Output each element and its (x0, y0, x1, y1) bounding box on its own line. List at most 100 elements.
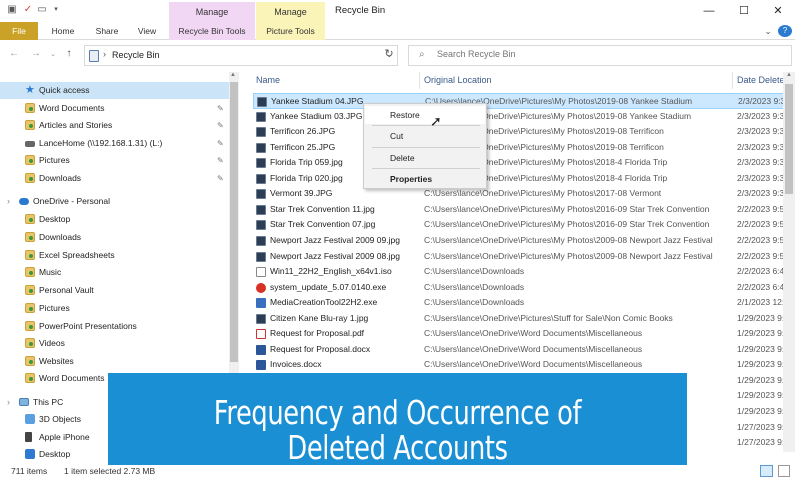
nav-item[interactable]: Articles and Stories ✎ (0, 117, 229, 134)
item-count: 711 items (11, 466, 48, 476)
file-original-location: C:\Users\lance\OneDrive\Word Documents\M… (424, 343, 643, 354)
file-row[interactable]: Vermont 39.JPG C:\Users\lance\OneDrive\Pi… (253, 186, 795, 202)
window-title: Recycle Bin (335, 5, 386, 16)
tab-share[interactable]: Share (92, 22, 122, 40)
file-row[interactable]: Terrificon 25.JPG C:\Users\lance\OneDrive… (253, 140, 795, 156)
nav-item-label: Desktop (39, 449, 71, 459)
tab-view[interactable]: View (134, 22, 160, 40)
nav-item[interactable]: › OneDrive - Personal (0, 193, 229, 210)
expand-chevron-icon[interactable]: › (7, 193, 10, 210)
file-row[interactable]: Terrificon 26.JPG C:\Users\lance\OneDrive… (253, 124, 795, 140)
nav-item-label: Apple iPhone (39, 432, 90, 442)
address-bar[interactable]: › Recycle Bin ⌄ (84, 45, 398, 66)
pin-icon[interactable]: ✎ (217, 100, 224, 117)
nav-item-label: Articles and Stories (39, 120, 113, 130)
file-row[interactable]: Yankee Stadium 03.JPG C:\Users\lance\OneD… (253, 109, 795, 125)
pin-icon[interactable]: ✎ (217, 152, 224, 169)
nav-item[interactable]: Downloads ✎ (0, 170, 229, 187)
nav-item-label: Word Documents (39, 103, 105, 113)
qat-customize-icon[interactable]: ▾ (50, 4, 62, 16)
column-divider[interactable] (732, 72, 733, 89)
search-input[interactable] (437, 49, 777, 59)
column-divider[interactable] (419, 72, 420, 89)
breadcrumb-chevron-icon[interactable]: › (103, 49, 106, 59)
folder-icon (25, 155, 35, 165)
nav-item[interactable]: ★ Quick access (0, 82, 229, 99)
expand-chevron-icon[interactable]: › (7, 394, 10, 411)
list-scrollbar[interactable]: ▲ (783, 72, 795, 452)
desktop-icon (25, 449, 35, 459)
column-header-date-deleted[interactable]: Date Deleted (737, 75, 787, 85)
pin-icon[interactable]: ✎ (217, 170, 224, 187)
search-box[interactable]: ⌕ (408, 45, 792, 66)
image-file-icon (256, 111, 266, 122)
nav-item-label: Downloads (39, 232, 82, 242)
file-row[interactable]: Invoices.docx C:\Users\lance\OneDrive\Wor… (253, 357, 795, 373)
nav-item[interactable]: Videos (0, 335, 229, 352)
file-row[interactable]: Request for Proposal.pdf C:\Users\lance\O… (253, 326, 795, 342)
pin-icon[interactable]: ✎ (217, 135, 224, 152)
list-scrollbar-thumb[interactable] (785, 84, 793, 194)
file-row[interactable]: MediaCreationTool22H2.exe C:\Users\lance\… (253, 295, 795, 311)
chevron-down-icon[interactable]: ⌄ (762, 22, 774, 40)
back-arrow-icon[interactable]: ← (8, 48, 20, 59)
file-row[interactable]: Newport Jazz Festival 2009 09.jpg C:\User… (253, 233, 795, 249)
tab-picture-tools[interactable]: Picture Tools (256, 22, 325, 40)
menu-item-restore[interactable]: Restore (365, 106, 485, 124)
help-icon[interactable]: ? (778, 25, 792, 37)
minimize-button[interactable]: — (692, 0, 726, 22)
up-arrow-icon[interactable]: ↑ (63, 48, 75, 59)
nav-item-label: LanceHome (\\192.168.1.31) (L:) (39, 138, 163, 148)
file-row[interactable]: Yankee Stadium 04.JPG C:\Users\lance\OneD… (253, 93, 795, 109)
pin-icon[interactable]: ✎ (217, 117, 224, 134)
tab-home[interactable]: Home (48, 22, 78, 40)
file-row[interactable]: Florida Trip 020.jpg C:\Users\lance\OneDr… (253, 171, 795, 187)
menu-item-properties[interactable]: Properties (365, 170, 485, 188)
file-row[interactable]: Citizen Kane Blu-ray 1.jpg C:\Users\lance… (253, 311, 795, 327)
close-button[interactable]: ✕ (761, 0, 795, 22)
forward-arrow-icon[interactable]: → (30, 48, 42, 59)
image-file-icon (256, 251, 266, 262)
scroll-up-icon[interactable]: ▲ (786, 72, 792, 78)
tab-recycle-bin-tools[interactable]: Recycle Bin Tools (169, 22, 255, 40)
properties-qat-icon[interactable]: ✓ (22, 4, 34, 16)
large-icons-view-icon[interactable] (778, 465, 790, 477)
file-row[interactable]: Newport Jazz Festival 2009 08.jpg C:\User… (253, 249, 795, 265)
column-header-original-location[interactable]: Original Location (424, 75, 492, 85)
details-view-icon[interactable] (760, 465, 773, 477)
nav-item[interactable]: LanceHome (\\192.168.1.31) (L:) ✎ (0, 135, 229, 152)
menu-item-delete[interactable]: Delete (365, 149, 485, 167)
folder-icon (25, 232, 35, 242)
nav-item[interactable]: PowerPoint Presentations (0, 318, 229, 335)
file-row[interactable]: Florida Trip 059.jpg C:\Users\lance\OneDr… (253, 155, 795, 171)
file-row[interactable]: Request for Proposal.docx C:\Users\lance\… (253, 342, 795, 358)
nav-item[interactable]: Word Documents ✎ (0, 100, 229, 117)
disc-image-icon (256, 267, 266, 278)
nav-item[interactable]: Excel Spreadsheets (0, 247, 229, 264)
maximize-button[interactable]: ☐ (727, 0, 761, 22)
new-folder-qat-icon[interactable]: ▭ (36, 4, 48, 16)
column-header-name[interactable]: Name (256, 75, 280, 85)
refresh-icon[interactable]: ↻ (380, 47, 398, 60)
nav-item[interactable]: Music (0, 264, 229, 281)
nav-item[interactable]: Websites (0, 353, 229, 370)
nav-item[interactable]: Pictures (0, 300, 229, 317)
file-row[interactable]: Win11_22H2_English_x64v1.iso C:\Users\lan… (253, 264, 795, 280)
image-file-icon (256, 127, 266, 138)
folder-icon (25, 267, 35, 277)
nav-item[interactable]: Desktop (0, 211, 229, 228)
breadcrumb[interactable]: Recycle Bin (112, 50, 160, 60)
tab-file[interactable]: File (0, 22, 38, 40)
nav-scrollbar-thumb[interactable] (230, 82, 238, 362)
nav-item[interactable]: Pictures ✎ (0, 152, 229, 169)
file-name: Invoices.docx (270, 359, 322, 370)
context-tab-header-manage-recycle: Manage (169, 2, 255, 23)
recent-locations-chevron-icon[interactable]: ⌄ (47, 50, 59, 58)
scroll-up-icon[interactable]: ▲ (230, 72, 236, 78)
nav-item[interactable]: Personal Vault (0, 282, 229, 299)
file-row[interactable]: Star Trek Convention 07.jpg C:\Users\lanc… (253, 217, 795, 233)
menu-item-cut[interactable]: Cut (365, 127, 485, 145)
nav-item[interactable]: Downloads (0, 229, 229, 246)
file-row[interactable]: Star Trek Convention 11.jpg C:\Users\lanc… (253, 202, 795, 218)
file-row[interactable]: system_update_5.07.0140.exe C:\Users\lanc… (253, 280, 795, 296)
